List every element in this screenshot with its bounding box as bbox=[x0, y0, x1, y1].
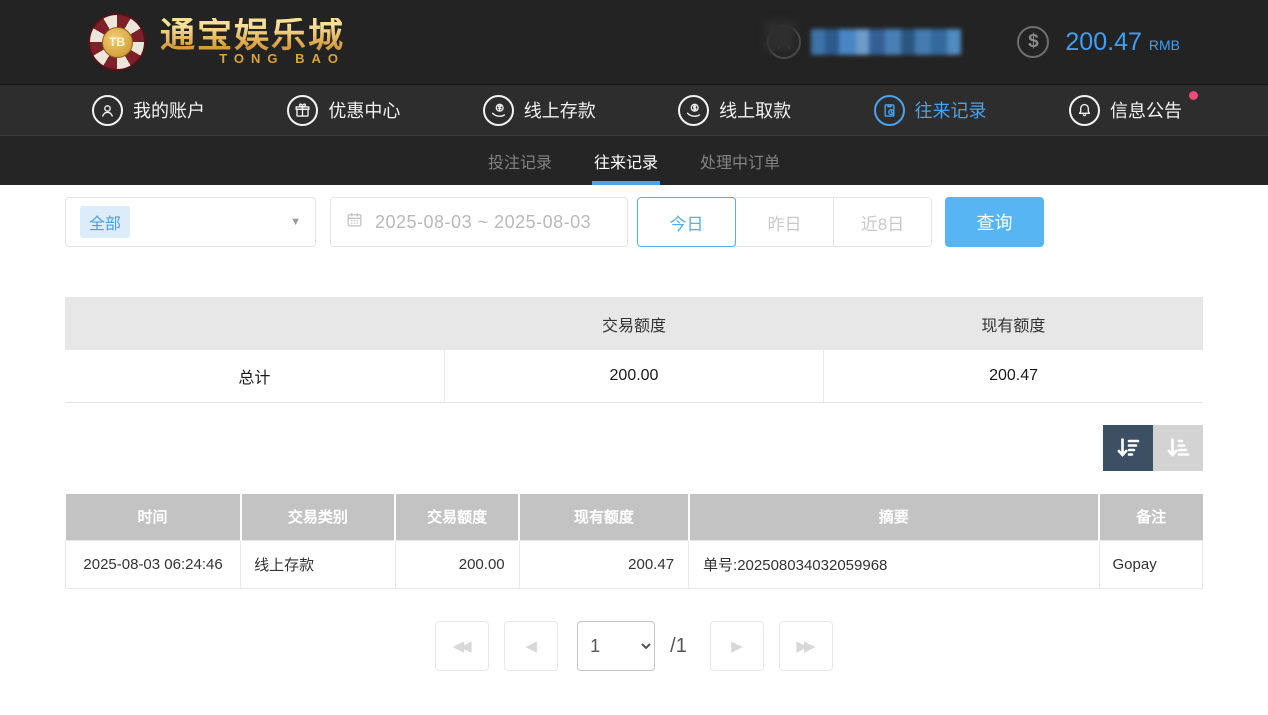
bell-icon bbox=[1069, 95, 1100, 126]
chip-monogram: TB bbox=[102, 27, 133, 58]
summary-current-amount: 200.47 bbox=[824, 350, 1203, 402]
tab-betting-records[interactable]: 投注记录 bbox=[486, 136, 554, 185]
sort-ascending-button[interactable] bbox=[1153, 425, 1203, 471]
deposit-coin-hand-icon bbox=[483, 95, 514, 126]
balance-amount: 200.47 bbox=[1065, 28, 1141, 57]
summary-transaction-amount: 200.00 bbox=[444, 350, 823, 402]
pagination: ◀◀ ◀ 1 /1 ▶ ▶▶ bbox=[65, 621, 1203, 671]
balance-display[interactable]: $ 200.47 RMB bbox=[1017, 26, 1180, 58]
notification-dot bbox=[1189, 91, 1198, 100]
summary-total-label: 总计 bbox=[65, 350, 444, 402]
last-page-button[interactable]: ▶▶ bbox=[779, 621, 833, 671]
table-row: 2025-08-03 06:24:46 线上存款 200.00 200.47 单… bbox=[66, 541, 1203, 589]
next-page-button[interactable]: ▶ bbox=[710, 621, 764, 671]
range-today-button[interactable]: 今日 bbox=[637, 197, 736, 247]
date-range-value: 2025-08-03 ~ 2025-08-03 bbox=[375, 212, 591, 233]
chevron-down-icon: ▼ bbox=[290, 216, 301, 228]
sort-controls bbox=[65, 425, 1203, 471]
site-title: 通宝娱乐城 bbox=[160, 18, 345, 55]
quick-range-group: 今日 昨日 近8日 bbox=[637, 197, 932, 247]
tab-pending-orders[interactable]: 处理中订单 bbox=[698, 136, 782, 185]
col-header-remark: 备注 bbox=[1099, 494, 1202, 541]
avatar-blur-overlay bbox=[765, 21, 795, 51]
withdraw-coin-hand-icon bbox=[678, 95, 709, 126]
cell-time: 2025-08-03 06:24:46 bbox=[66, 541, 241, 589]
top-header: TB 通宝娱乐城 TONG BAO $ 200.47 RMB bbox=[0, 0, 1268, 84]
records-table: 时间 交易类别 交易额度 现有额度 摘要 备注 2025-08-03 06:24… bbox=[65, 494, 1203, 590]
search-button[interactable]: 查询 bbox=[945, 197, 1044, 247]
cell-summary: 单号:202508034032059968 bbox=[689, 541, 1099, 589]
nav-item-deposit[interactable]: 线上存款 bbox=[483, 95, 596, 126]
col-header-summary: 摘要 bbox=[689, 494, 1099, 541]
col-header-balance: 现有额度 bbox=[519, 494, 688, 541]
username-redacted bbox=[811, 29, 961, 55]
range-last8days-button[interactable]: 近8日 bbox=[833, 197, 932, 247]
records-header-row: 时间 交易类别 交易额度 现有额度 摘要 备注 bbox=[66, 494, 1203, 541]
balance-currency: RMB bbox=[1149, 31, 1180, 53]
user-icon bbox=[92, 95, 123, 126]
summary-header-empty bbox=[65, 297, 444, 350]
cell-type: 线上存款 bbox=[241, 541, 396, 589]
main-content: 全部 ▼ 2025-08-03 ~ 2025-08-03 今日 昨日 近8日 查… bbox=[0, 185, 1268, 671]
records-subnav: 投注记录 往来记录 处理中订单 bbox=[0, 135, 1268, 185]
site-logo[interactable]: TB 通宝娱乐城 TONG BAO bbox=[88, 13, 345, 71]
records-clipboard-icon bbox=[874, 95, 905, 126]
transaction-type-select[interactable]: 全部 ▼ bbox=[65, 197, 316, 247]
user-account[interactable] bbox=[767, 25, 961, 59]
gift-icon bbox=[287, 95, 318, 126]
cell-balance: 200.47 bbox=[519, 541, 688, 589]
nav-item-promotions[interactable]: 优惠中心 bbox=[287, 95, 400, 126]
site-subtitle: TONG BAO bbox=[160, 51, 345, 66]
col-header-time: 时间 bbox=[66, 494, 241, 541]
page-total-label: /1 bbox=[670, 635, 687, 658]
main-nav: 我的账户 优惠中心 线上存款 线上取款 往来记录 信息公告 bbox=[0, 84, 1268, 135]
page-select[interactable]: 1 bbox=[577, 621, 655, 671]
sort-descending-button[interactable] bbox=[1103, 425, 1153, 471]
nav-item-announcements[interactable]: 信息公告 bbox=[1069, 95, 1182, 126]
nav-item-my-account[interactable]: 我的账户 bbox=[92, 95, 205, 126]
tab-transaction-records[interactable]: 往来记录 bbox=[592, 136, 660, 185]
filter-bar: 全部 ▼ 2025-08-03 ~ 2025-08-03 今日 昨日 近8日 查… bbox=[65, 197, 1203, 247]
range-yesterday-button[interactable]: 昨日 bbox=[735, 197, 834, 247]
selected-type-tag: 全部 bbox=[80, 206, 130, 238]
summary-total-row: 总计 200.00 200.47 bbox=[65, 350, 1203, 402]
cell-remark: Gopay bbox=[1099, 541, 1202, 589]
first-page-button[interactable]: ◀◀ bbox=[435, 621, 489, 671]
date-range-input[interactable]: 2025-08-03 ~ 2025-08-03 bbox=[330, 197, 628, 247]
summary-table: 交易额度 现有额度 总计 200.00 200.47 bbox=[65, 297, 1203, 403]
col-header-amount: 交易额度 bbox=[395, 494, 519, 541]
casino-chip-icon: TB bbox=[88, 13, 146, 71]
summary-header-row: 交易额度 现有额度 bbox=[65, 297, 1203, 350]
cell-amount: 200.00 bbox=[395, 541, 519, 589]
summary-header-current-amount: 现有额度 bbox=[824, 297, 1203, 350]
prev-page-button[interactable]: ◀ bbox=[504, 621, 558, 671]
col-header-type: 交易类别 bbox=[241, 494, 396, 541]
dollar-circle-icon: $ bbox=[1017, 26, 1049, 58]
summary-header-transaction-amount: 交易额度 bbox=[444, 297, 823, 350]
nav-item-transaction-records[interactable]: 往来记录 bbox=[874, 95, 987, 126]
nav-item-withdraw[interactable]: 线上取款 bbox=[678, 95, 791, 126]
user-avatar-icon bbox=[767, 25, 801, 59]
calendar-icon bbox=[345, 210, 364, 234]
